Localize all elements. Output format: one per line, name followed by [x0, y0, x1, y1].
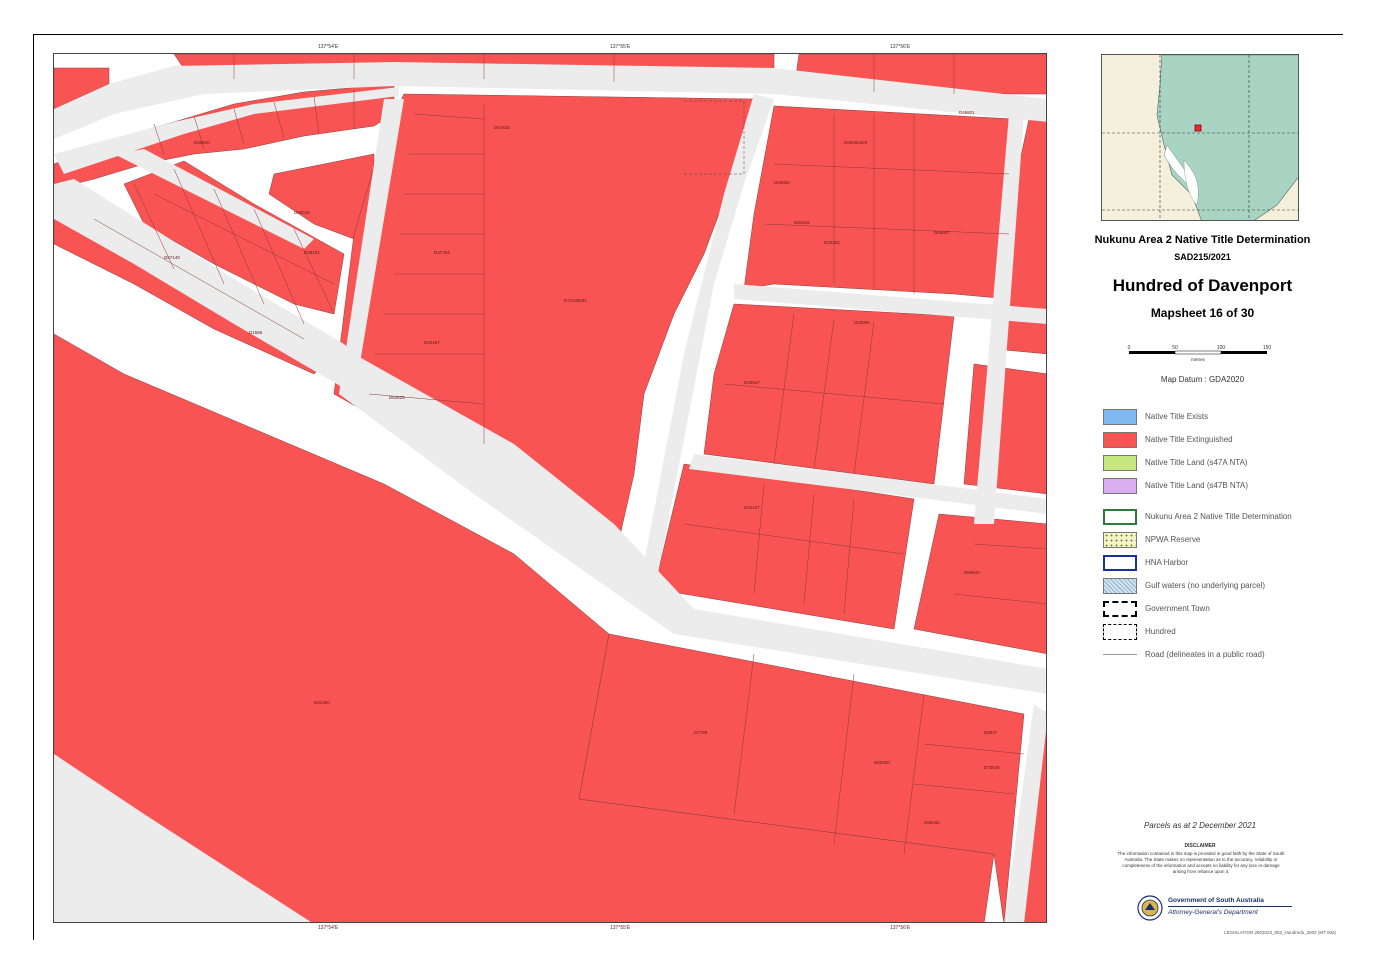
parcel-label: D28547 [744, 380, 760, 385]
legend-item-s47a: Native Title Land (s47A NTA) [1103, 451, 1343, 474]
parcel-label: D49347 [934, 230, 950, 235]
scale-tick-label: 100 [1217, 345, 1226, 351]
legend-item-native-title-extinguished: Native Title Extinguished [1103, 428, 1343, 451]
scale-bar: 0 50 100 150 metres [1127, 343, 1273, 365]
parcel-label: D59243 [294, 210, 310, 215]
parcel-label: D75548 [984, 765, 1000, 770]
legend-label: Government Town [1145, 604, 1210, 613]
legend-swatch-road-line [1103, 654, 1137, 655]
parcel-label: D66066320 [844, 140, 868, 145]
parcel-label: D81543 [794, 220, 810, 225]
legend-label: Gulf waters (no underlying parcel) [1145, 581, 1266, 590]
legend-swatch-red-fill [1103, 431, 1137, 448]
legend-item-hundred: Hundred [1103, 620, 1343, 643]
scale-tick-label: 50 [1172, 345, 1178, 351]
legend-swatch-green-outline [1103, 508, 1137, 525]
legend-item-s47b: Native Title Land (s47B NTA) [1103, 474, 1343, 497]
disclaimer-text: The information contained in this map is… [1117, 851, 1285, 874]
parcel-label: D37764 [434, 250, 450, 255]
parcel-label: D1586 [249, 330, 263, 335]
legend-label: Native Title Extinguished [1145, 435, 1233, 444]
parcel-label: D66353 [774, 180, 790, 185]
legend-label: HNA Harbor [1145, 558, 1189, 567]
parcel-label: D84543 [964, 570, 980, 575]
legend-item-determination-area: Nukunu Area 2 Native Title Determination [1103, 505, 1343, 528]
scale-unit: metres [1191, 357, 1206, 362]
parcel[interactable] [963, 363, 1047, 495]
parcel-label: D46821 [959, 110, 975, 115]
legend-label: Native Title Land (s47A NTA) [1145, 458, 1248, 467]
grid-label-bottom-1: 137°54'E [318, 925, 339, 931]
parcel-label: D63525 [389, 395, 405, 400]
legend-item-native-title-exists: Native Title Exists [1103, 405, 1343, 428]
scale-tick-label: 150 [1263, 345, 1272, 351]
legend-item-npwa-reserve: NPWA Reserve [1103, 528, 1343, 551]
legend-swatch-blue-outline [1103, 554, 1137, 571]
case-number: SAD215/2021 [1174, 252, 1231, 262]
location-inset-map [1101, 54, 1299, 221]
parcel-label: D67434 [494, 125, 510, 130]
parcel-label: D57140 [164, 255, 180, 260]
legend-item-hna-harbor: HNA Harbor [1103, 551, 1343, 574]
grid-label-bottom-3: 137°56'E [890, 925, 911, 931]
sa-crest-icon [1137, 895, 1163, 921]
legend-swatch-black-dashed-outline [1103, 600, 1137, 617]
parcel-label: D5847 [984, 730, 998, 735]
cadastral-map[interactable]: D71188631 D66066320 D26252 D49347 D52000 D285… [53, 53, 1047, 923]
legend-swatch-green-fill [1103, 454, 1137, 471]
legend-swatch-blue-fill [1103, 408, 1137, 425]
hundred-name: Hundred of Davenport [1112, 276, 1293, 295]
scale-tick-label: 0 [1128, 345, 1131, 351]
parcel-label: D52000 [854, 320, 870, 325]
legend-swatch-dotted-fill [1103, 531, 1137, 548]
disclaimer-title: DISCLAIMER [1184, 843, 1216, 849]
legend-item-road: Road (delineates in a public road) [1103, 643, 1343, 666]
parcel-label: D26252 [824, 240, 840, 245]
parcel-label: D50620 [194, 140, 210, 145]
map-datum: Map Datum : GDA2020 [1160, 375, 1245, 384]
parcel[interactable] [913, 513, 1047, 654]
parcel-label: D71188631 [564, 298, 587, 303]
parcel-label: D85342 [924, 820, 940, 825]
grid-label-top-1: 137°54'E [318, 44, 339, 50]
legend-label: Native Title Exists [1145, 412, 1209, 421]
government-rule [1168, 906, 1292, 907]
parcel-label: D7786 [694, 730, 708, 735]
cadastral-map-svg: D71188631 D66066320 D26252 D49347 D52000 D285… [54, 54, 1047, 922]
legend-swatch-dashed-outline [1103, 623, 1137, 640]
parcel-label: D61460 [314, 700, 330, 705]
mapsheet-number: Mapsheet 16 of 30 [1150, 306, 1255, 320]
grid-label-top-3: 137°56'E [890, 44, 911, 50]
legend-swatch-purple-fill [1103, 477, 1137, 494]
title-block: Nukunu Area 2 Native Title Determination… [1060, 234, 1345, 320]
legend: Native Title Exists Native Title Extingu… [1103, 405, 1343, 666]
legend-label: Nukunu Area 2 Native Title Determination [1145, 512, 1292, 521]
legend-label: Road (delineates in a public road) [1145, 650, 1265, 659]
parcel-label: D31427 [744, 505, 760, 510]
parcel-label: D25457 [424, 340, 440, 345]
grid-label-top-2: 137°55'E [610, 44, 631, 50]
legend-swatch-hatched-fill [1103, 577, 1137, 594]
government-logo-block: Government of South Australia Attorney-G… [1136, 892, 1296, 924]
legend-label: NPWA Reserve [1145, 535, 1201, 544]
legend-item-government-town: Government Town [1103, 597, 1343, 620]
parcel-label: D62000 [874, 760, 890, 765]
parcels-date: Parcels as at 2 December 2021 [1143, 821, 1257, 830]
department-name: Attorney-General's Department [1168, 909, 1258, 916]
parcel-label: D38231 [304, 250, 320, 255]
government-name: Government of South Australia [1168, 897, 1264, 904]
footer-code: LEGISLATION 2602023_802_Hundreds_2602 (M… [1224, 930, 1336, 935]
determination-title: Nukunu Area 2 Native Title Determination [1094, 234, 1311, 246]
grid-label-bottom-2: 137°55'E [610, 925, 631, 931]
parcel[interactable] [743, 105, 1015, 300]
legend-label: Native Title Land (s47B NTA) [1145, 481, 1249, 490]
parcel[interactable] [703, 303, 955, 485]
legend-item-gulf-waters: Gulf waters (no underlying parcel) [1103, 574, 1343, 597]
legend-label: Hundred [1145, 627, 1176, 636]
